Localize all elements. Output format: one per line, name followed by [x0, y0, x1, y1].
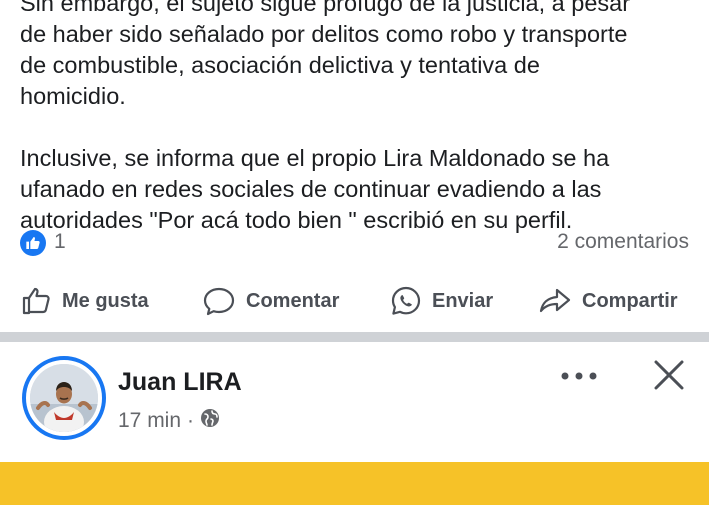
whatsapp-icon: [390, 285, 422, 317]
post-action-bar: Me gusta Comentar Enviar Compartir: [0, 278, 709, 324]
post-meta: 17 min ·: [118, 408, 220, 434]
more-options-icon: [559, 368, 599, 386]
thumbs-up-icon: [20, 285, 52, 317]
post-separator: [0, 332, 709, 342]
like-button-label: Me gusta: [62, 289, 149, 312]
avatar-portrait: [30, 364, 98, 432]
post-line: de haber sido señalado por delitos como …: [20, 21, 628, 47]
comment-button-label: Comentar: [246, 289, 340, 312]
meta-separator: ·: [187, 409, 195, 432]
post-line: Inclusive, se informa que el propio Lira…: [20, 145, 610, 171]
post-line: de combustible, asociación delictiva y t…: [20, 52, 540, 78]
comment-button[interactable]: Comentar: [202, 278, 339, 324]
send-button-label: Enviar: [432, 289, 494, 312]
author-name[interactable]: Juan LIRA: [118, 368, 242, 397]
like-button[interactable]: Me gusta: [20, 278, 149, 324]
globe-icon[interactable]: [200, 408, 220, 434]
send-button[interactable]: Enviar: [390, 278, 493, 324]
more-options-button[interactable]: [556, 360, 602, 394]
post-time[interactable]: 17 min: [118, 409, 181, 433]
share-button-label: Compartir: [582, 289, 678, 312]
post-body: Sin embargo, el sujeto sigue prófugo de …: [20, 0, 700, 236]
story-ring[interactable]: [22, 356, 106, 440]
share-arrow-icon: [538, 286, 572, 316]
share-button[interactable]: Compartir: [538, 278, 678, 324]
facebook-feed: Sin embargo, el sujeto sigue prófugo de …: [0, 0, 709, 505]
like-count[interactable]: 1: [54, 230, 66, 254]
post-line: ufanado en redes sociales de continuar e…: [20, 176, 602, 202]
avatar[interactable]: [30, 364, 98, 432]
close-icon: [652, 358, 686, 397]
like-reaction-icon[interactable]: [20, 230, 46, 256]
post-image-preview[interactable]: [0, 462, 709, 505]
comment-bubble-icon: [202, 285, 236, 317]
post-line: Sin embargo, el sujeto sigue prófugo de …: [20, 0, 631, 16]
comments-count[interactable]: 2 comentarios: [557, 230, 689, 254]
hide-post-button[interactable]: [648, 356, 690, 398]
post-header: Juan LIRA 17 min ·: [0, 342, 709, 462]
reactions-row: 1 2 comentarios: [20, 228, 689, 258]
post-line: homicidio.: [20, 83, 126, 109]
